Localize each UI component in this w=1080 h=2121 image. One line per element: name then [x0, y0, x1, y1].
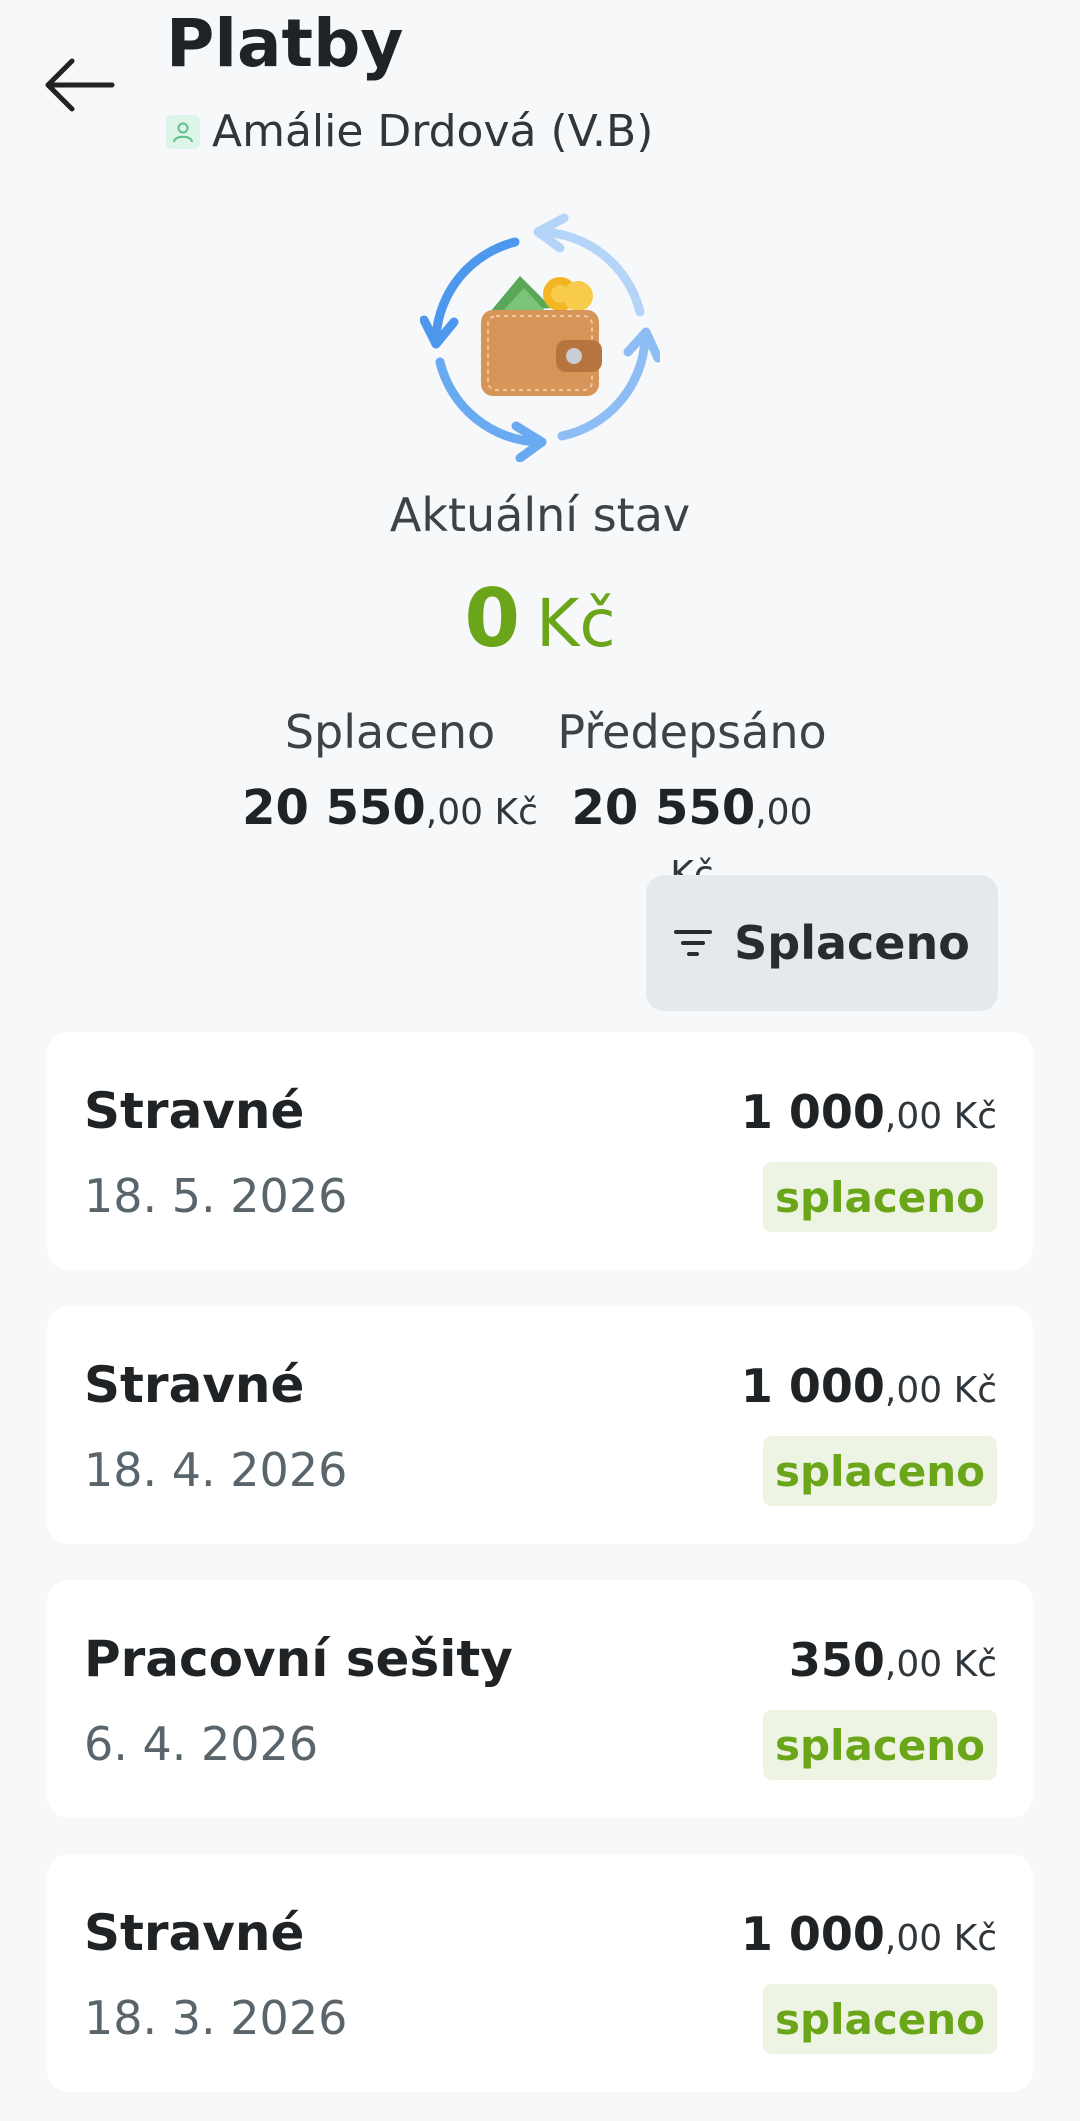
- payment-date: 18. 3. 2026: [84, 1991, 348, 2045]
- balance-display: 0 Kč: [0, 572, 1080, 665]
- payment-amount: 1 000,00 Kč: [740, 1359, 997, 1413]
- filter-button[interactable]: Splaceno: [646, 875, 998, 1011]
- student-info: Amálie Drdová (V.B): [166, 104, 653, 160]
- prescribed-label: Předepsáno: [557, 705, 827, 759]
- status-badge: splaceno: [763, 1984, 997, 2054]
- current-status-label: Aktuální stav: [389, 488, 691, 542]
- person-icon: [166, 115, 200, 149]
- paid-label: Splaceno: [284, 705, 496, 759]
- balance-value: 0: [464, 572, 521, 665]
- payment-card[interactable]: Pracovní sešity 6. 4. 2026 350,00 Kč spl…: [47, 1580, 1033, 1818]
- status-badge: splaceno: [763, 1436, 997, 1506]
- payment-amount: 350,00 Kč: [788, 1633, 997, 1687]
- balance-currency: Kč: [536, 585, 616, 662]
- payment-card[interactable]: Stravné 18. 4. 2026 1 000,00 Kč splaceno: [47, 1306, 1033, 1544]
- payment-date: 18. 4. 2026: [84, 1443, 348, 1497]
- page-title: Platby: [166, 5, 404, 82]
- payment-date: 18. 5. 2026: [84, 1169, 348, 1223]
- payment-title: Stravné: [84, 1356, 305, 1414]
- arrow-left-icon: [45, 58, 115, 112]
- paid-summary: Splaceno 20 550,00 Kč: [240, 700, 540, 847]
- payment-card[interactable]: Stravné 18. 5. 2026 1 000,00 Kč splaceno: [47, 1032, 1033, 1270]
- payment-date: 6. 4. 2026: [84, 1717, 319, 1771]
- paid-amount: 20 550,00 Kč: [242, 780, 538, 836]
- payment-title: Stravné: [84, 1904, 305, 1962]
- status-badge: splaceno: [763, 1710, 997, 1780]
- payment-title: Stravné: [84, 1082, 305, 1140]
- payment-title: Pracovní sešity: [84, 1630, 513, 1688]
- back-button[interactable]: [36, 45, 126, 125]
- wallet-refresh-icon: [419, 212, 663, 463]
- payment-amount: 1 000,00 Kč: [740, 1907, 997, 1961]
- filter-label: Splaceno: [734, 916, 970, 970]
- student-name: Amálie Drdová (V.B): [212, 106, 654, 157]
- app-header: Platby Amálie Drdová (V.B): [0, 0, 1080, 180]
- payment-amount: 1 000,00 Kč: [740, 1085, 997, 1139]
- payment-card[interactable]: Stravné 18. 3. 2026 1 000,00 Kč splaceno: [47, 1854, 1033, 2092]
- status-badge: splaceno: [763, 1162, 997, 1232]
- filter-icon: [674, 930, 713, 956]
